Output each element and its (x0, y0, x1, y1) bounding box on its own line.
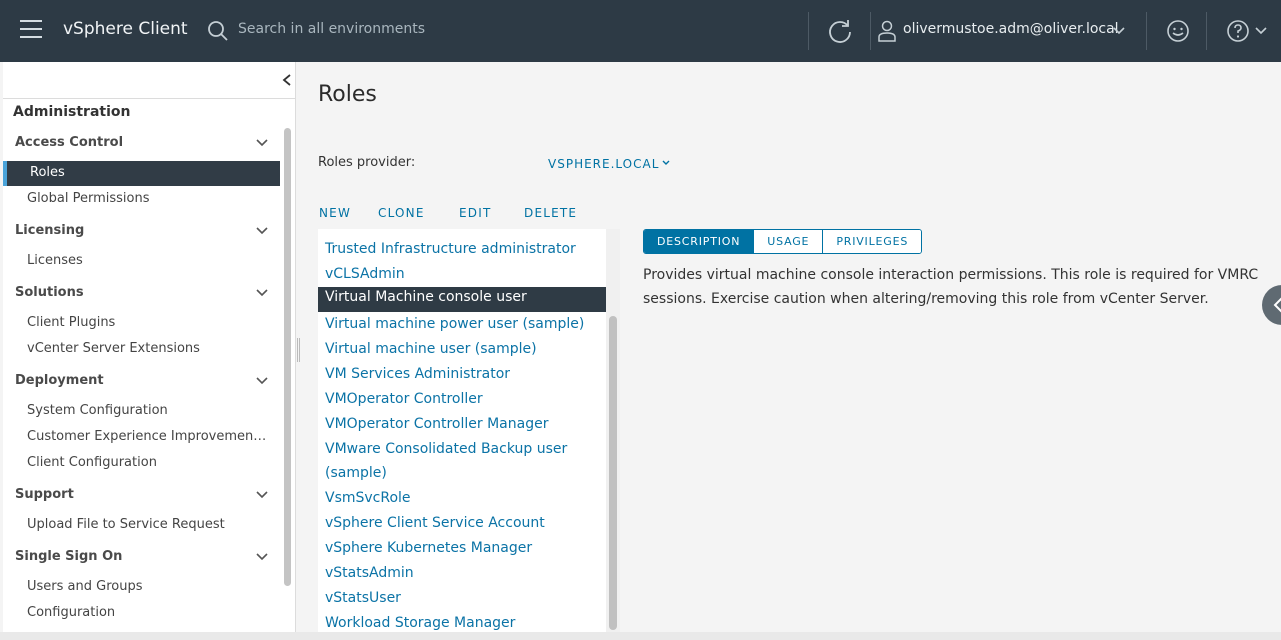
list-item[interactable]: Virtual machine user (sample) (325, 337, 585, 361)
list-item[interactable]: VM Services Administrator (325, 362, 585, 386)
chevron-left-icon (1271, 295, 1281, 315)
sidebar-item-client-configuration[interactable]: Client Configuration (27, 455, 271, 470)
clone-button[interactable]: CLONE (378, 206, 425, 220)
new-button[interactable]: NEW (319, 206, 351, 220)
sidebar-title: Administration (13, 104, 131, 120)
chevron-down-icon[interactable] (255, 286, 269, 300)
chevron-down-icon[interactable] (255, 224, 269, 238)
sidebar-item-users-and-groups[interactable]: Users and Groups (27, 579, 271, 594)
sidebar-item-upload-file[interactable]: Upload File to Service Request (27, 517, 271, 532)
chevron-down-icon[interactable] (255, 550, 269, 564)
list-item[interactable]: Virtual machine power user (sample) (325, 312, 585, 336)
sidebar-item-client-plugins[interactable]: Client Plugins (27, 315, 271, 330)
roles-provider-select[interactable]: VSPHERE.LOCAL (548, 157, 671, 171)
header-divider (808, 12, 809, 50)
nav-section-licensing[interactable]: Licensing (15, 223, 84, 238)
list-item[interactable]: Trusted Infrastructure administrator (325, 237, 585, 261)
list-item[interactable]: vStatsAdmin (325, 561, 585, 585)
detail-tabs: DESCRIPTION USAGE PRIVILEGES (643, 229, 923, 254)
role-description: Provides virtual machine console interac… (643, 267, 1259, 307)
sidebar: Administration Access Control Roles Glob… (3, 62, 296, 640)
list-item[interactable]: VsmSvcRole (325, 486, 585, 510)
header-divider (1146, 12, 1147, 50)
search-input[interactable]: Search in all environments (238, 21, 425, 37)
sidebar-item-customer-experience[interactable]: Customer Experience Improvement P... (27, 429, 271, 444)
roles-provider-label: Roles provider: (318, 155, 416, 170)
header-divider (1206, 12, 1207, 50)
sidebar-item-global-permissions[interactable]: Global Permissions (27, 191, 271, 206)
roles-list: Trusted Infrastructure administrator vCL… (318, 229, 620, 635)
list-item[interactable]: vSphere Kubernetes Manager (325, 536, 585, 560)
sidebar-item-vcenter-server-extensions[interactable]: vCenter Server Extensions (27, 341, 271, 356)
user-menu[interactable]: olivermustoe.adm@oliver.local (903, 21, 1119, 37)
tab-usage[interactable]: USAGE (753, 230, 823, 253)
sidebar-scrollbar[interactable] (284, 128, 291, 586)
sidebar-collapse-row (3, 62, 295, 99)
list-item[interactable]: vCLSAdmin (325, 262, 585, 286)
list-item[interactable]: VMware Consolidated Backup user (sample) (325, 437, 585, 485)
list-item[interactable]: VMOperator Controller (325, 387, 585, 411)
list-item-selected[interactable]: Virtual Machine console user (318, 287, 606, 312)
user-icon[interactable] (878, 20, 896, 42)
roles-scrollbar-thumb[interactable] (609, 316, 617, 630)
top-header: vSphere Client Search in all environment… (0, 0, 1281, 62)
feedback-smiley-icon[interactable] (1166, 19, 1190, 43)
sidebar-item-licenses[interactable]: Licenses (27, 253, 271, 268)
main-content: Roles Roles provider: VSPHERE.LOCAL NEW … (297, 62, 1281, 640)
chevron-down-icon[interactable] (255, 374, 269, 388)
nav-section-deployment[interactable]: Deployment (15, 373, 104, 388)
list-item[interactable]: vStatsUser (325, 586, 585, 610)
horizontal-scrollbar[interactable] (0, 632, 1281, 640)
sidebar-item-system-configuration[interactable]: System Configuration (27, 403, 271, 418)
tab-privileges[interactable]: PRIVILEGES (822, 230, 922, 253)
menu-icon[interactable] (20, 20, 44, 40)
search-icon[interactable] (207, 20, 229, 42)
help-icon[interactable] (1226, 19, 1250, 43)
sidebar-item-configuration[interactable]: Configuration (27, 605, 271, 620)
nav-section-support[interactable]: Support (15, 487, 74, 502)
app-title[interactable]: vSphere Client (63, 19, 188, 39)
header-divider (870, 12, 871, 50)
tab-description[interactable]: DESCRIPTION (644, 230, 754, 253)
edit-button[interactable]: EDIT (459, 206, 492, 220)
chevron-down-icon (662, 160, 670, 165)
chevron-down-icon[interactable] (1112, 24, 1126, 38)
nav-section-solutions[interactable]: Solutions (15, 285, 84, 300)
delete-button[interactable]: DELETE (524, 206, 577, 220)
refresh-icon[interactable] (826, 17, 854, 45)
collapse-sidebar-icon[interactable] (280, 72, 294, 88)
list-item[interactable]: vSphere Client Service Account (325, 511, 585, 535)
nav-section-access-control[interactable]: Access Control (15, 135, 123, 150)
page-title: Roles (318, 82, 377, 107)
chevron-down-icon[interactable] (1254, 24, 1268, 38)
chevron-down-icon[interactable] (255, 136, 269, 150)
sidebar-item-roles[interactable]: Roles (3, 161, 280, 186)
nav-section-single-sign-on[interactable]: Single Sign On (15, 549, 122, 564)
list-item[interactable]: VMOperator Controller Manager (325, 412, 585, 436)
chevron-down-icon[interactable] (255, 488, 269, 502)
